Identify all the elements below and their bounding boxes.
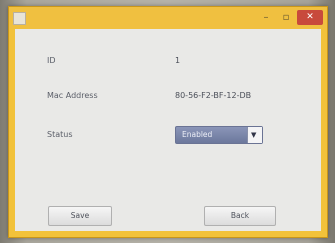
back-button[interactable]: Back [204, 206, 276, 226]
status-dropdown-toggle[interactable]: ▼ [247, 127, 262, 143]
application-window: – ▫ ✕ ID 1 Mac Address 80-56-F2-BF-12-DB… [8, 6, 328, 238]
close-button[interactable]: ✕ [297, 10, 323, 25]
chevron-down-icon: ▼ [251, 131, 257, 139]
status-select[interactable]: Enabled ▼ [175, 126, 263, 144]
app-icon [13, 12, 26, 25]
title-bar[interactable]: – ▫ ✕ [9, 7, 327, 29]
save-button[interactable]: Save [48, 206, 112, 226]
id-label: ID [47, 56, 56, 65]
mac-address-label: Mac Address [47, 91, 98, 100]
form-panel: ID 1 Mac Address 80-56-F2-BF-12-DB Statu… [15, 29, 321, 231]
status-selected-value: Enabled [182, 130, 213, 139]
minimize-button[interactable]: – [257, 10, 275, 25]
status-label: Status [47, 130, 73, 139]
mac-address-value: 80-56-F2-BF-12-DB [175, 91, 252, 100]
id-value: 1 [175, 56, 181, 65]
maximize-button[interactable]: ▫ [277, 10, 295, 25]
